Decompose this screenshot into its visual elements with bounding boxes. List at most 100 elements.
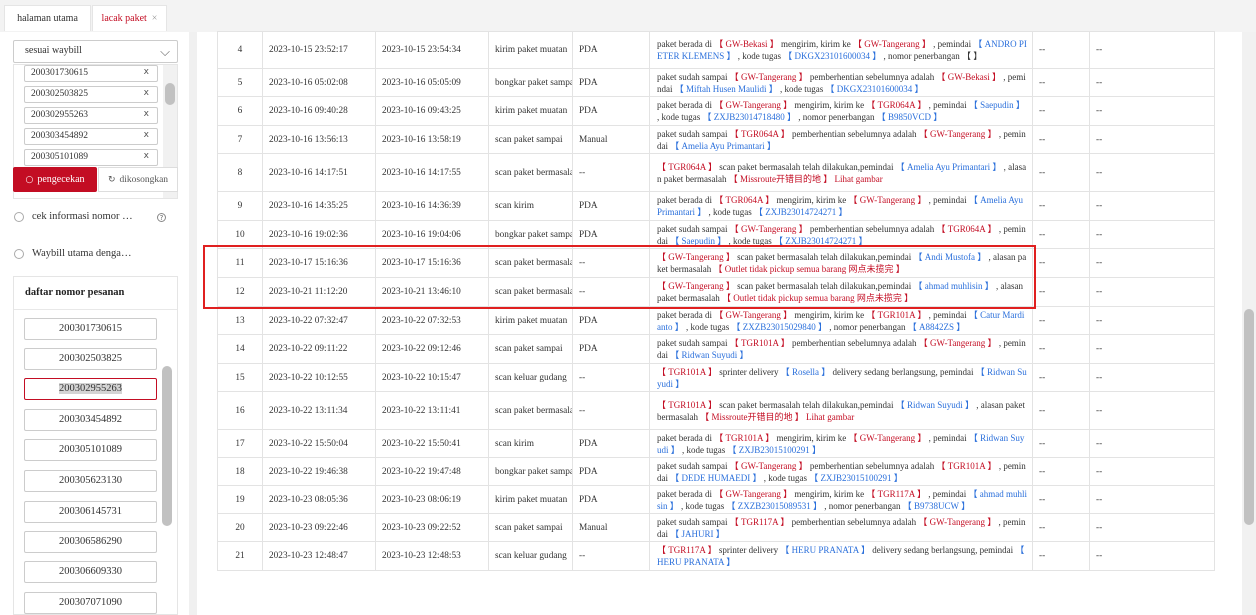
order-item[interactable]: 200307071090 <box>24 592 157 614</box>
view-image-link[interactable]: Lihat gambar <box>832 174 882 184</box>
main-scrollbar[interactable] <box>1242 32 1256 615</box>
table-row: 12 2023-10-21 11:12:20 2023-10-21 13:46:10… <box>217 277 1215 307</box>
cell-upload-time: 2023-10-22 07:32:53 <box>375 306 489 335</box>
waybill-chip: 200301730615 x <box>24 65 158 82</box>
cell-extra-1: -- <box>1032 429 1090 458</box>
tab-home-label: halaman utama <box>17 13 78 24</box>
description-segment: , nomor penerbangan <box>822 500 903 511</box>
scroll-thumb[interactable] <box>1244 309 1254 525</box>
description-segment: 【 GW-Bekasi 】 <box>714 39 779 49</box>
order-list-scrollbar[interactable] <box>160 311 172 614</box>
table-row: 18 2023-10-22 19:46:38 2023-10-22 19:47:48… <box>217 457 1215 486</box>
remove-chip-icon[interactable]: x <box>144 109 149 119</box>
remove-chip-icon[interactable]: x <box>144 67 149 77</box>
search-button[interactable]: ○ pengecekan <box>13 167 97 192</box>
order-item[interactable]: 200305623130 <box>24 470 157 492</box>
cell-extra-1: -- <box>1032 391 1090 430</box>
scroll-thumb[interactable] <box>165 83 175 105</box>
remove-chip-icon[interactable]: x <box>144 130 149 140</box>
cell-extra-2: -- <box>1089 429 1215 458</box>
order-number: 200305623130 <box>59 475 122 486</box>
order-item-active[interactable]: 200302955263 <box>24 378 157 400</box>
table-row: 20 2023-10-23 09:22:46 2023-10-23 09:22:52… <box>217 513 1215 542</box>
description-segment: mengirim, kirim ke <box>792 100 867 110</box>
cell-device: -- <box>572 248 650 278</box>
cell-device: PDA <box>572 334 650 364</box>
radio-main-waybill[interactable] <box>14 248 24 259</box>
description-segment: 【 TGR101A 】 <box>714 432 775 443</box>
description-segment: 【 Rosella 】 <box>780 366 831 377</box>
description-segment: delivery sedang berlangsung, pemindai <box>869 545 1016 555</box>
cell-upload-time: 2023-10-23 12:48:53 <box>375 541 489 571</box>
cell-device: PDA <box>572 429 650 458</box>
cell-description: 【 GW-Tangerang 】 scan paket bermasalah t… <box>649 277 1033 307</box>
description-segment: 【 DKGX23101600034 】 <box>825 83 924 94</box>
description-segment: 【 GW-Tangerang 】 <box>729 223 808 234</box>
waybill-chip-label: 200302955263 <box>31 110 88 120</box>
order-item[interactable]: 200302503825 <box>24 348 157 370</box>
option-check-info[interactable]: cek informasi nomor … <box>14 211 133 222</box>
tab-home[interactable]: halaman utama <box>4 5 91 31</box>
search-type-select[interactable]: sesuai waybill ⌵ <box>13 40 178 63</box>
cell-scan-type: scan keluar gudang <box>488 363 573 392</box>
description-segment: , kode tugas <box>761 472 810 483</box>
cell-scan-type: scan kirim <box>488 429 573 458</box>
cell-scan-time: 2023-10-22 07:32:47 <box>262 306 376 335</box>
option-main-waybill[interactable]: Waybill utama denga… <box>14 248 131 259</box>
cell-scan-time: 2023-10-23 08:05:36 <box>262 485 376 514</box>
description-segment: 【 GW-Tangerang 】 <box>714 488 793 499</box>
order-item[interactable]: 200306586290 <box>24 531 157 553</box>
cell-upload-time: 2023-10-22 10:15:47 <box>375 363 489 392</box>
remove-chip-icon[interactable]: x <box>144 151 149 161</box>
description-segment: 【 GW-Tangerang 】 <box>714 100 793 110</box>
waybill-chip-label: 200301730615 <box>31 68 88 78</box>
cell-device: -- <box>572 541 650 571</box>
description-segment: pemberhentian sebelumnya adalah <box>789 516 919 527</box>
description-segment: 【 Ridwan Suyudi 】 <box>670 350 749 360</box>
cell-scan-type: bongkar paket sampai <box>488 220 573 249</box>
cell-index: 7 <box>217 125 263 154</box>
close-icon[interactable]: × <box>152 13 158 24</box>
description-segment: 【 GW-Tangerang 】 <box>729 460 808 471</box>
description-segment: paket berada di <box>657 100 715 110</box>
description-segment: 【 Missroute开错目的地 】 <box>728 173 833 184</box>
order-item[interactable]: 200306145731 <box>24 501 157 523</box>
clear-button[interactable]: ↻ dikosongkan <box>98 167 178 192</box>
description-segment: pemberhentian sebelumnya adalah <box>807 71 937 82</box>
order-number: 200301730615 <box>59 323 122 334</box>
remove-chip-icon[interactable]: x <box>144 88 149 98</box>
cell-scan-time: 2023-10-23 12:48:47 <box>262 541 376 571</box>
cell-device: PDA <box>572 485 650 514</box>
description-segment: , kode tugas <box>735 51 784 61</box>
order-item[interactable]: 200303454892 <box>24 409 157 431</box>
cell-extra-2: -- <box>1089 457 1215 486</box>
cell-scan-type: scan keluar gudang <box>488 541 573 571</box>
description-segment: 【 GW-Tangerang 】 <box>714 309 793 320</box>
tab-track-package[interactable]: lacak paket × <box>92 5 167 31</box>
order-item[interactable]: 200301730615 <box>24 318 157 340</box>
option-main-waybill-label: Waybill utama denga… <box>32 248 132 259</box>
view-image-link[interactable]: Lihat gambar <box>804 412 854 422</box>
waybill-chip-label: 200305101089 <box>31 152 88 162</box>
order-item[interactable]: 200305101089 <box>24 439 157 461</box>
waybill-chip-label: 200302503825 <box>31 89 88 99</box>
order-item[interactable]: 200306609330 <box>24 561 157 583</box>
description-segment: 【 Saepudin 】 <box>968 100 1025 110</box>
description-segment: paket berada di <box>657 39 715 49</box>
cell-index: 5 <box>217 68 263 97</box>
description-segment: 【 TGR064A 】 <box>657 161 718 172</box>
cell-scan-type: scan paket bermasalah <box>488 277 573 307</box>
search-type-value: sesuai waybill <box>25 45 82 56</box>
description-segment: 【 TGR064A 】 <box>936 223 997 234</box>
tab-bar: halaman utama lacak paket × <box>0 0 1256 32</box>
cell-upload-time: 2023-10-16 09:43:25 <box>375 96 489 126</box>
cell-extra-2: -- <box>1089 125 1215 154</box>
description-segment: 【 ahmad muhlisin 】 <box>913 281 994 291</box>
radio-check-info[interactable] <box>14 211 24 222</box>
description-segment: paket sudah sampai <box>657 71 730 82</box>
cell-upload-time: 2023-10-22 13:11:41 <box>375 391 489 430</box>
scroll-thumb[interactable] <box>162 366 172 526</box>
description-segment: 【 GW-Bekasi 】 <box>936 71 1002 82</box>
help-icon[interactable]: ? <box>157 213 166 222</box>
description-segment: 【 Miftah Husen Maulidi 】 <box>674 83 778 94</box>
